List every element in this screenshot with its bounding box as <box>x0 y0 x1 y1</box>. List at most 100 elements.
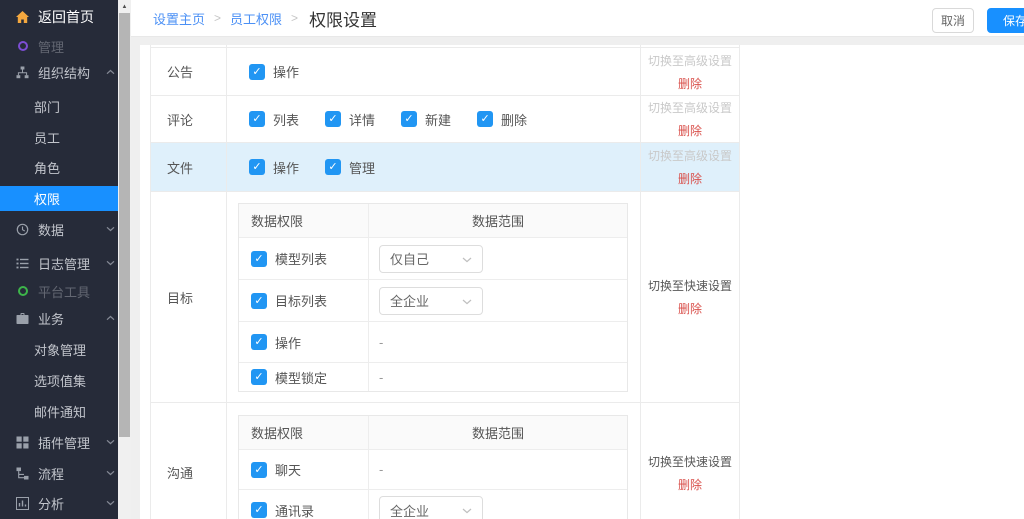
checkbox-group: 删除 <box>477 110 527 129</box>
permission-cell: 操作 <box>227 48 641 95</box>
data-permission-name-cell: 聊天 <box>239 450 369 489</box>
breadcrumb-employee-permissions[interactable]: 员工权限 <box>230 9 282 28</box>
checkbox-label: 操作 <box>275 333 301 352</box>
sidebar-item-label: 业务 <box>38 309 64 328</box>
data-permission-name-cell: 操作 <box>239 322 369 362</box>
checkbox-checked[interactable] <box>477 111 493 127</box>
delete-link[interactable]: 删除 <box>678 122 702 139</box>
table-row: 公告操作切换至高级设置删除 <box>151 48 739 96</box>
permission-group-name: 目标 <box>151 192 227 402</box>
checkbox-checked[interactable] <box>251 293 267 309</box>
chevron-down-icon <box>106 227 115 232</box>
checkbox-checked[interactable] <box>251 334 267 350</box>
delete-link[interactable]: 删除 <box>678 300 702 317</box>
checkbox-checked[interactable] <box>325 111 341 127</box>
delete-link[interactable]: 删除 <box>678 170 702 187</box>
data-scope-select-value: 全企业 <box>390 501 429 519</box>
clock-icon <box>15 222 30 236</box>
data-scope-select[interactable]: 仅自己 <box>379 245 483 273</box>
checkbox-checked[interactable] <box>251 251 267 267</box>
data-scope-cell: - <box>369 363 627 391</box>
sidebar-item[interactable]: 对象管理 <box>0 334 118 364</box>
sidebar-item[interactable]: 组织结构 <box>0 57 118 87</box>
row-actions: 切换至高级设置删除 <box>641 143 739 191</box>
sidebar-item[interactable]: 日志管理 <box>0 248 118 278</box>
checkbox-checked[interactable] <box>249 64 265 80</box>
sidebar-item[interactable]: 插件管理 <box>0 427 118 457</box>
save-button[interactable]: 保存 <box>987 8 1024 33</box>
permission-group-name: 文件 <box>151 143 227 191</box>
sidebar-item[interactable]: 角色 <box>0 152 118 182</box>
chevron-down-icon <box>106 501 115 506</box>
data-permission-row: 模型锁定 - <box>239 363 627 391</box>
checkbox-label: 通讯录 <box>275 501 314 519</box>
data-scope-select[interactable]: 全企业 <box>379 496 483 519</box>
breadcrumb-settings-home[interactable]: 设置主页 <box>153 9 205 28</box>
chevron-down-icon <box>462 501 472 519</box>
toggle-settings-link[interactable]: 切换至快速设置 <box>648 453 732 470</box>
data-scope-cell: 全企业 <box>369 490 627 519</box>
ring-purple-icon <box>15 39 30 53</box>
sidebar-scrollbar[interactable]: ▲ <box>118 0 131 519</box>
sidebar-item[interactable]: 业务 <box>0 303 118 333</box>
checkbox-checked[interactable] <box>251 462 267 478</box>
table-row: 沟通数据权限数据范围聊天-通讯录全企业切换至快速设置删除 <box>151 403 739 519</box>
data-scope-empty: - <box>379 370 383 385</box>
data-permission-table: 数据权限数据范围聊天-通讯录全企业 <box>238 415 628 519</box>
data-scope-cell: - <box>369 450 627 489</box>
checkbox-checked[interactable] <box>249 111 265 127</box>
data-permission-row: 目标列表全企业 <box>239 280 627 322</box>
sidebar-item[interactable]: 邮件通知 <box>0 396 118 426</box>
back-home-label: 返回首页 <box>38 7 94 27</box>
permission-group-label: 文件 <box>167 158 193 177</box>
scrollbar-thumb[interactable] <box>119 13 130 437</box>
sidebar-item[interactable]: 员工 <box>0 122 118 152</box>
chevron-down-icon <box>462 292 472 310</box>
checkbox-group: 模型锁定 <box>251 368 327 387</box>
checkbox-group: 新建 <box>401 110 451 129</box>
sidebar-item-label: 管理 <box>38 37 64 56</box>
sidebar-item-active[interactable]: 权限 <box>0 186 118 211</box>
row-actions: 切换至高级设置删除 <box>641 96 739 142</box>
permission-group-label: 评论 <box>167 110 193 129</box>
grid-icon <box>15 435 30 449</box>
checkbox-label: 聊天 <box>275 460 301 479</box>
sidebar-item[interactable]: 部门 <box>0 91 118 121</box>
sidebar-item[interactable]: 分析 <box>0 488 118 518</box>
toggle-settings-link: 切换至高级设置 <box>648 99 732 116</box>
cancel-button[interactable]: 取消 <box>932 8 974 33</box>
sidebar-item[interactable]: 选项值集 <box>0 365 118 395</box>
data-scope-select[interactable]: 全企业 <box>379 287 483 315</box>
checkbox-checked[interactable] <box>401 111 417 127</box>
sidebar-item-back-home[interactable]: 返回首页 <box>0 2 118 32</box>
row-actions: 切换至快速设置删除 <box>641 403 739 519</box>
checkbox-label: 模型锁定 <box>275 368 327 387</box>
sidebar-item-label: 日志管理 <box>38 254 90 273</box>
checkbox-checked[interactable] <box>251 369 267 385</box>
toggle-settings-link[interactable]: 切换至快速设置 <box>648 277 732 294</box>
checkbox-label: 列表 <box>273 110 299 129</box>
chevron-down-icon <box>106 440 115 445</box>
data-permission-name-cell: 目标列表 <box>239 280 369 321</box>
app-window: 返回首页 管理组织结构部门员工角色权限数据日志管理平台工具业务对象管理选项值集邮… <box>0 0 1024 519</box>
data-permission-name-cell: 通讯录 <box>239 490 369 519</box>
sidebar-item-label: 权限 <box>34 189 60 208</box>
delete-link[interactable]: 删除 <box>678 75 702 92</box>
checkbox-group: 通讯录 <box>251 501 314 519</box>
data-permission-header: 数据权限数据范围 <box>239 204 627 238</box>
checkbox-checked[interactable] <box>251 502 267 518</box>
sidebar-item[interactable]: 数据 <box>0 214 118 244</box>
sidebar-item[interactable]: 流程 <box>0 458 118 488</box>
checkbox-checked[interactable] <box>325 159 341 175</box>
permission-group-label: 沟通 <box>167 463 193 482</box>
permission-cell: 数据权限数据范围聊天-通讯录全企业 <box>227 403 641 519</box>
sidebar-item-label: 对象管理 <box>34 340 86 359</box>
main-area: 设置主页 > 员工权限 > 权限设置 取消 保存 公告操作切换至高级设置删除评论… <box>131 0 1024 519</box>
list-icon <box>15 256 30 270</box>
checkbox-group: 操作 <box>249 62 299 81</box>
checkbox-checked[interactable] <box>249 159 265 175</box>
sidebar-item-label: 分析 <box>38 494 64 513</box>
scrollbar-up-arrow-icon[interactable]: ▲ <box>118 0 131 13</box>
data-permission-row: 操作- <box>239 322 627 363</box>
delete-link[interactable]: 删除 <box>678 476 702 493</box>
